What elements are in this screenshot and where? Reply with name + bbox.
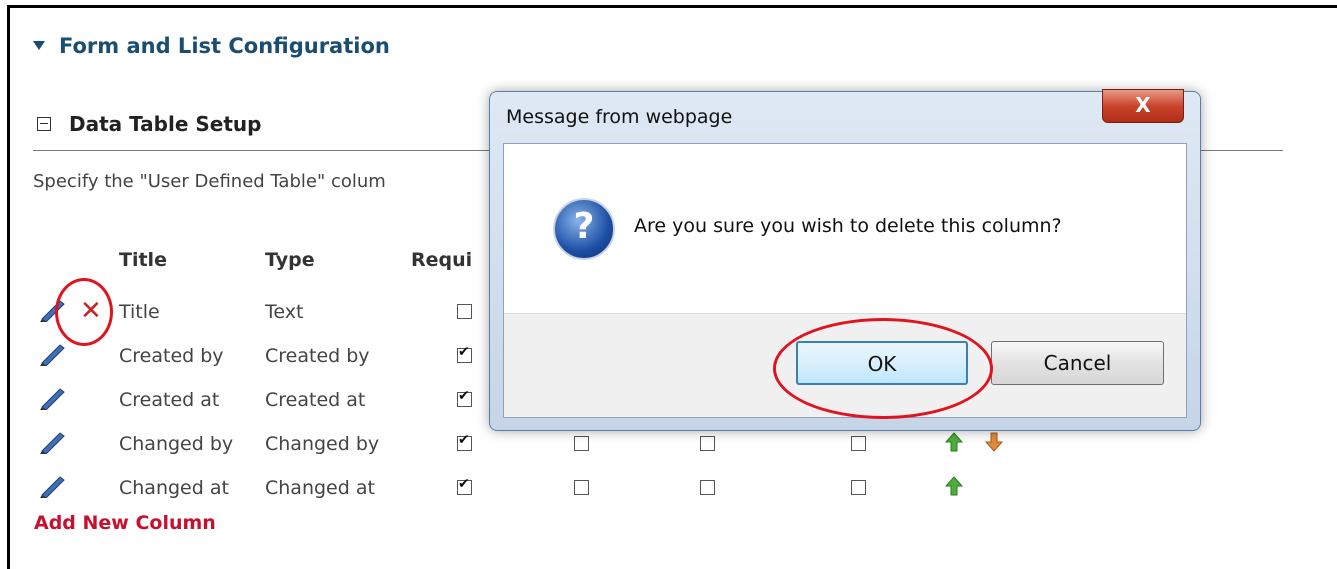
edit-pencil-icon[interactable] xyxy=(38,342,68,366)
required-checkbox[interactable] xyxy=(457,476,472,495)
collapse-minus-icon[interactable] xyxy=(37,116,51,131)
collapse-triangle-icon xyxy=(33,40,45,50)
required-checkbox[interactable] xyxy=(457,432,472,451)
option-checkbox[interactable] xyxy=(700,480,715,495)
edit-pencil-icon[interactable] xyxy=(38,430,68,454)
annotation-circle xyxy=(773,318,993,419)
move-down-arrow-icon[interactable] xyxy=(985,432,1003,452)
required-checkbox[interactable] xyxy=(457,388,472,407)
option-checkbox[interactable] xyxy=(851,436,866,451)
row-title: Changed by xyxy=(119,433,234,455)
column-header-type: Type xyxy=(265,249,315,271)
row-title: Created by xyxy=(119,345,224,367)
setup-description: Specify the "User Defined Table" colum xyxy=(33,171,386,192)
close-icon: X xyxy=(1135,93,1151,117)
row-type: Changed at xyxy=(265,477,375,499)
row-title: Created at xyxy=(119,389,220,411)
row-title: Title xyxy=(119,301,160,323)
cancel-button[interactable]: Cancel xyxy=(991,341,1164,385)
required-checkbox[interactable] xyxy=(457,344,472,363)
option-checkbox[interactable] xyxy=(851,480,866,495)
row-type: Created at xyxy=(265,389,366,411)
add-new-column-link[interactable]: Add New Column xyxy=(34,512,216,534)
option-checkbox[interactable] xyxy=(574,480,589,495)
subsection-header[interactable]: Data Table Setup xyxy=(37,112,261,136)
annotation-circle xyxy=(55,278,113,346)
section-header[interactable]: Form and List Configuration xyxy=(33,34,390,58)
dialog-close-button[interactable]: X xyxy=(1102,89,1184,123)
question-icon: ? xyxy=(553,198,615,260)
edit-pencil-icon[interactable] xyxy=(38,386,68,410)
move-up-arrow-icon[interactable] xyxy=(945,476,963,496)
subsection-title: Data Table Setup xyxy=(69,112,262,136)
column-header-required: Requi xyxy=(411,249,473,271)
option-checkbox[interactable] xyxy=(574,436,589,451)
edit-pencil-icon[interactable] xyxy=(38,474,68,498)
row-type: Changed by xyxy=(265,433,380,455)
section-title: Form and List Configuration xyxy=(59,34,390,58)
row-type: Text xyxy=(265,301,304,323)
column-header-title: Title xyxy=(119,249,167,271)
option-checkbox[interactable] xyxy=(700,436,715,451)
dialog-message: Are you sure you wish to delete this col… xyxy=(634,215,1062,237)
row-title: Changed at xyxy=(119,477,229,499)
dialog-title: Message from webpage xyxy=(506,106,733,128)
row-type: Created by xyxy=(265,345,370,367)
move-up-arrow-icon[interactable] xyxy=(945,432,963,452)
required-checkbox[interactable] xyxy=(457,304,472,319)
